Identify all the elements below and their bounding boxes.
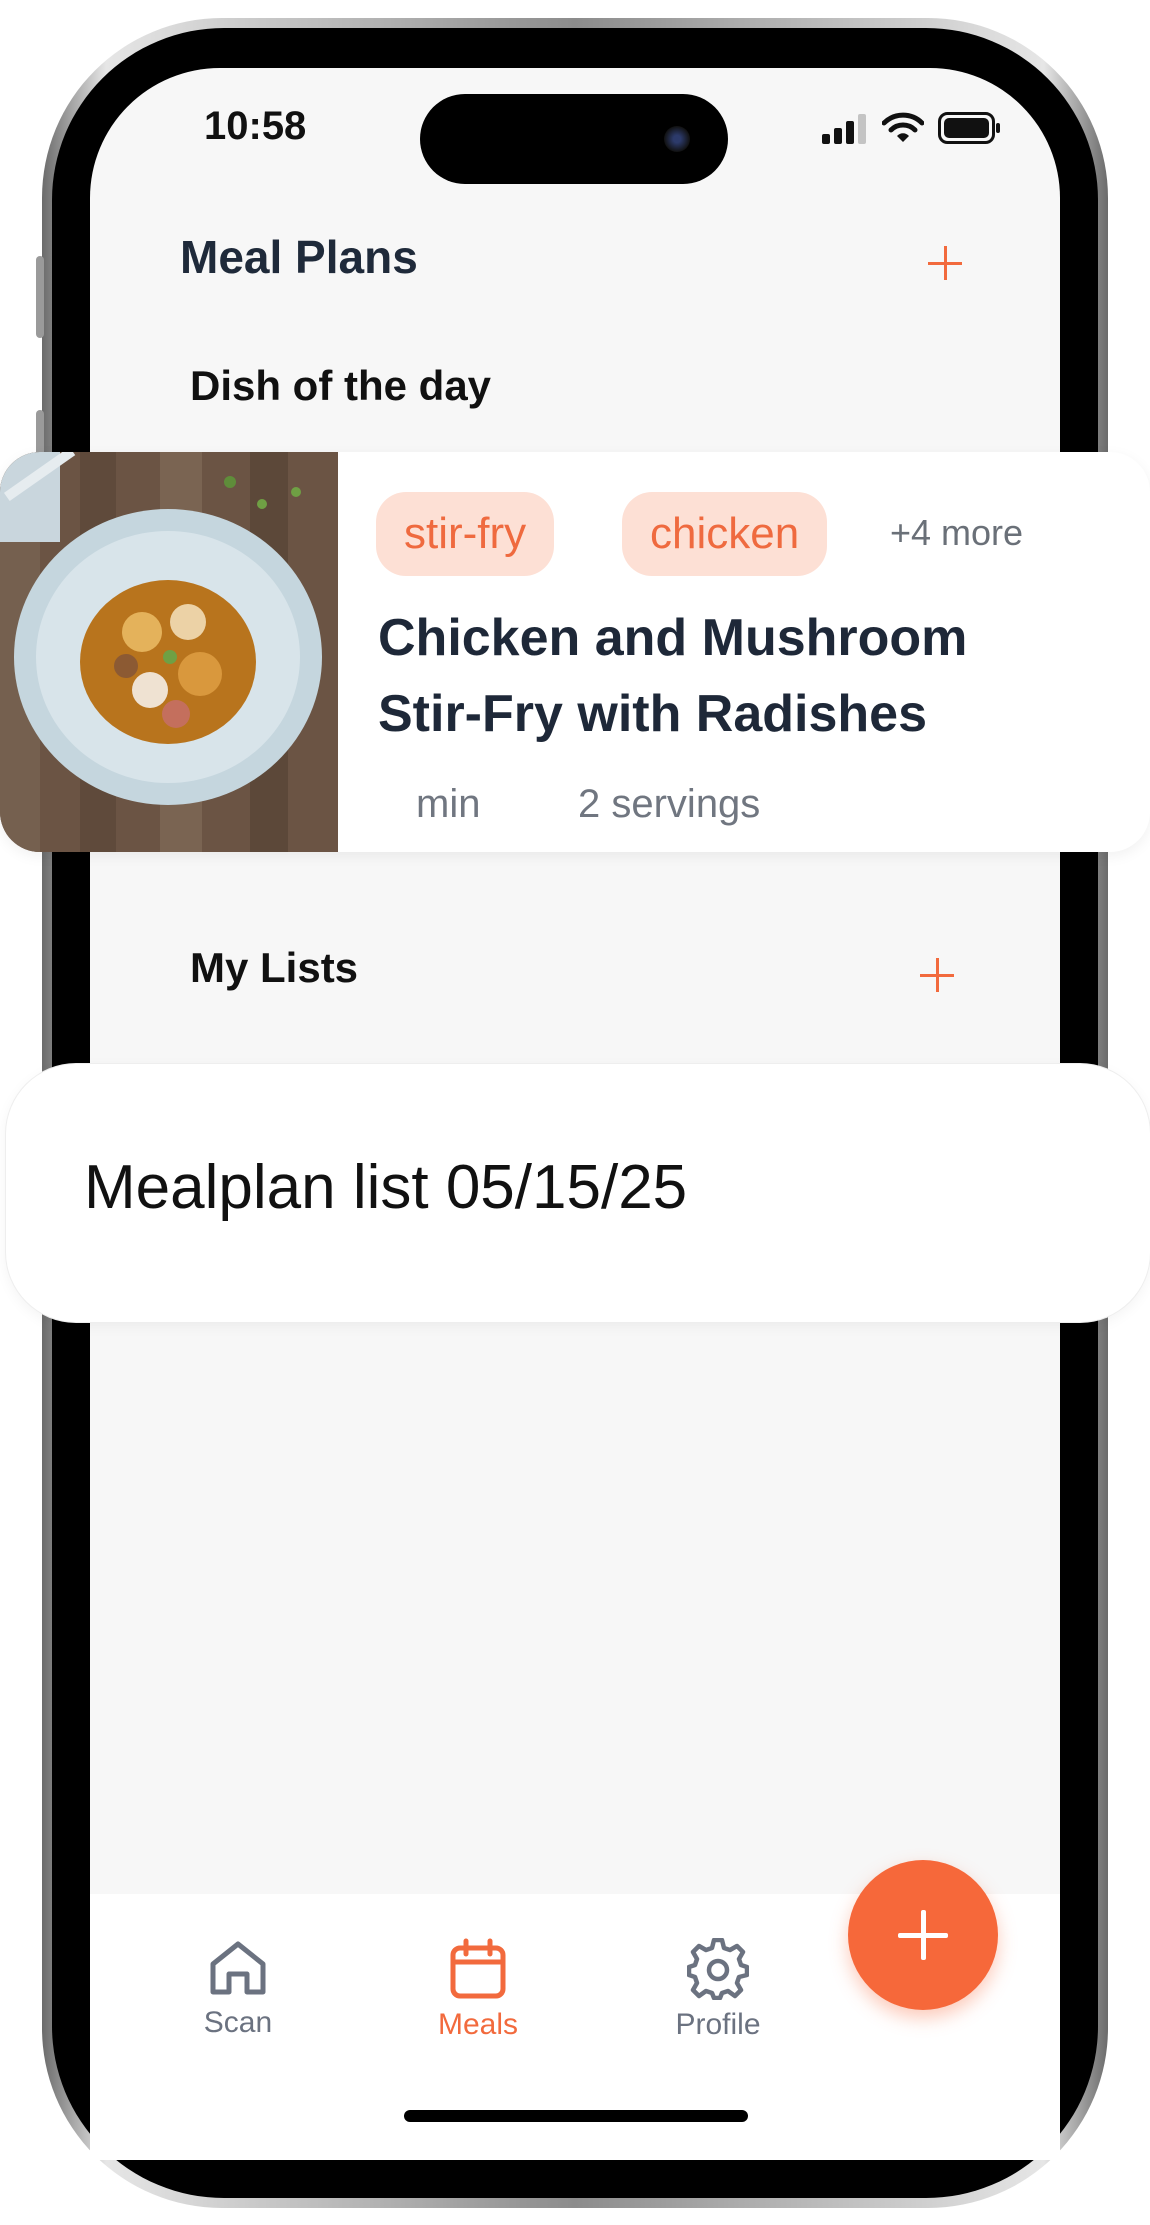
home-indicator[interactable] — [404, 2110, 748, 2122]
servings: 2 servings — [578, 782, 761, 826]
nav-label-meals: Meals — [437, 2008, 519, 2041]
more-tags-link[interactable]: +4 more — [890, 512, 1023, 554]
dish-of-the-day-card[interactable]: stir-fry chicken +4 more Chicken and Mus… — [0, 452, 1150, 852]
add-list-button[interactable] — [912, 950, 962, 1000]
cook-time: min — [416, 782, 481, 826]
tag-chicken[interactable]: chicken — [622, 492, 828, 576]
calendar-icon — [450, 1938, 506, 1999]
nav-item-scan[interactable]: Scan — [158, 1938, 318, 2040]
camera-icon — [664, 126, 690, 152]
page-title: Meal Plans — [180, 231, 418, 283]
list-item[interactable]: Mealplan list 05/15/25 — [6, 1064, 1150, 1322]
dish-title-line-1: Chicken and Mushroom — [378, 609, 968, 667]
my-lists-heading: My Lists — [190, 944, 359, 991]
gear-icon — [687, 1938, 749, 2000]
wifi-icon — [882, 112, 924, 142]
home-icon — [210, 1941, 266, 1995]
tag-stir-fry[interactable]: stir-fry — [376, 492, 555, 576]
status-icons — [822, 112, 1002, 144]
add-meal-plan-button[interactable] — [920, 238, 970, 288]
dish-of-the-day-heading: Dish of the day — [190, 362, 492, 409]
nav-item-profile[interactable]: Profile — [638, 1938, 798, 2042]
dish-title: Chicken and Mushroom Stir-Fry with Radis… — [378, 600, 1078, 752]
dish-image — [0, 452, 338, 852]
nav-label-scan: Scan — [203, 2006, 273, 2039]
dynamic-island — [420, 94, 728, 184]
nav-item-meals[interactable]: Meals — [398, 1938, 558, 2042]
status-time: 10:58 — [204, 104, 307, 148]
add-fab-button[interactable] — [848, 1860, 998, 2010]
nav-label-profile: Profile — [675, 2008, 761, 2041]
mute-switch — [36, 256, 44, 338]
battery-icon — [938, 112, 1000, 144]
cellular-signal-icon — [822, 114, 866, 144]
list-item-label: Mealplan list 05/15/25 — [84, 1153, 688, 1222]
dish-title-line-2: Stir-Fry with Radishes — [378, 685, 927, 743]
